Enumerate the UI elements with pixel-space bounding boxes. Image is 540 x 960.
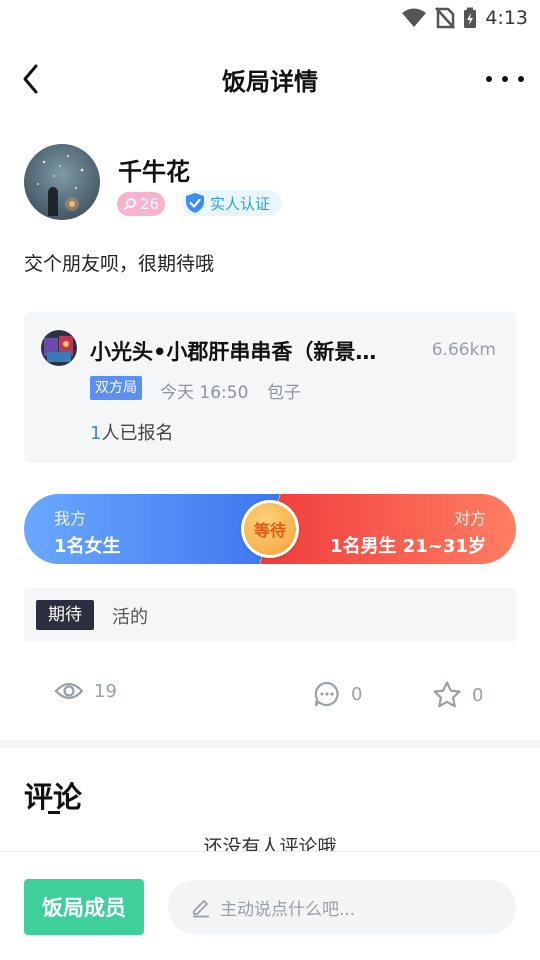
- status-bar: 4:13: [0, 0, 540, 36]
- page-title: 饭局详情: [222, 68, 318, 96]
- comments-title: 评论: [24, 780, 83, 814]
- signup-count: 1人已报名: [90, 419, 173, 445]
- signup-number: 1: [90, 423, 102, 444]
- battery-charging-icon: [464, 7, 477, 28]
- verify-label: 实人认证: [210, 194, 271, 213]
- expectation-tag: 期待: [36, 600, 94, 630]
- section-divider: [0, 740, 540, 748]
- their-side-label: 对方: [453, 509, 486, 528]
- comments-stat[interactable]: 0: [313, 680, 362, 708]
- shield-check-icon: [186, 193, 204, 213]
- avatar-image: [24, 144, 100, 220]
- restaurant-card[interactable]: 小光头•小郡肝串串香（新景… 6.66km 双方局 今天 16:50 包子 1人…: [24, 312, 516, 463]
- favorites-count: 0: [472, 684, 484, 706]
- expectation-text: 活的: [112, 607, 148, 628]
- signup-label: 人已报名: [101, 423, 174, 444]
- comments-empty-text: 还没有人评论哦: [203, 836, 337, 852]
- verify-badge: 实人认证: [182, 190, 283, 216]
- female-level: 26: [140, 195, 160, 213]
- their-side-value: 1名男生 21~31岁: [330, 536, 486, 557]
- status-icons: 4:13: [401, 6, 528, 30]
- bottom-action-bar: 饭局成员 主动说点什么吧...: [0, 851, 540, 960]
- status-time: 4:13: [485, 7, 528, 29]
- match-status: 等待: [244, 503, 296, 555]
- female-level-badge: 26: [117, 192, 166, 216]
- host-name: 千牛花: [118, 158, 190, 186]
- comment-input-placeholder: 主动说点什么吧...: [220, 899, 356, 920]
- restaurant-distance: 6.66km: [431, 340, 496, 360]
- comment-input[interactable]: 主动说点什么吧...: [168, 880, 516, 934]
- more-button[interactable]: [486, 66, 524, 92]
- meal-type-tag: 双方局: [90, 376, 142, 400]
- comments-count: 0: [351, 683, 363, 705]
- comments-title-underline: [48, 811, 60, 814]
- payment-method: 包子: [267, 383, 301, 403]
- avatar[interactable]: [24, 144, 100, 220]
- star-icon: [433, 681, 461, 708]
- stats-row: 19 0 0: [0, 676, 540, 716]
- no-sim-icon: [435, 7, 456, 29]
- views-count: 19: [94, 680, 117, 702]
- host-profile: 千牛花 26 实人认证: [24, 144, 516, 220]
- post-text: 交个朋友呗，很期待哦: [24, 253, 215, 275]
- wifi-icon: [402, 8, 427, 27]
- favorite-stat[interactable]: 0: [432, 680, 483, 710]
- female-icon: [123, 198, 136, 211]
- comment-bubble-icon: [314, 681, 339, 707]
- match-bar: 我方 1名女生 对方 1名男生 21~31岁 等待: [24, 494, 516, 564]
- restaurant-name: 小光头•小郡肝串串香（新景…: [90, 340, 377, 364]
- eye-icon: [54, 682, 84, 700]
- more-dots-icon: [486, 76, 492, 82]
- our-side-label: 我方: [54, 509, 87, 528]
- meal-members-button[interactable]: 饭局成员: [24, 879, 144, 935]
- pencil-icon: [193, 900, 209, 918]
- match-status-badge: 等待: [241, 500, 299, 558]
- views-stat: 19: [54, 680, 117, 702]
- expectation-row: 期待 活的: [24, 588, 516, 642]
- restaurant-thumbnail: [41, 330, 77, 366]
- meal-time: 今天 16:50: [160, 383, 249, 403]
- top-nav-bar: 饭局详情: [0, 48, 540, 110]
- our-side-value: 1名女生: [54, 536, 121, 557]
